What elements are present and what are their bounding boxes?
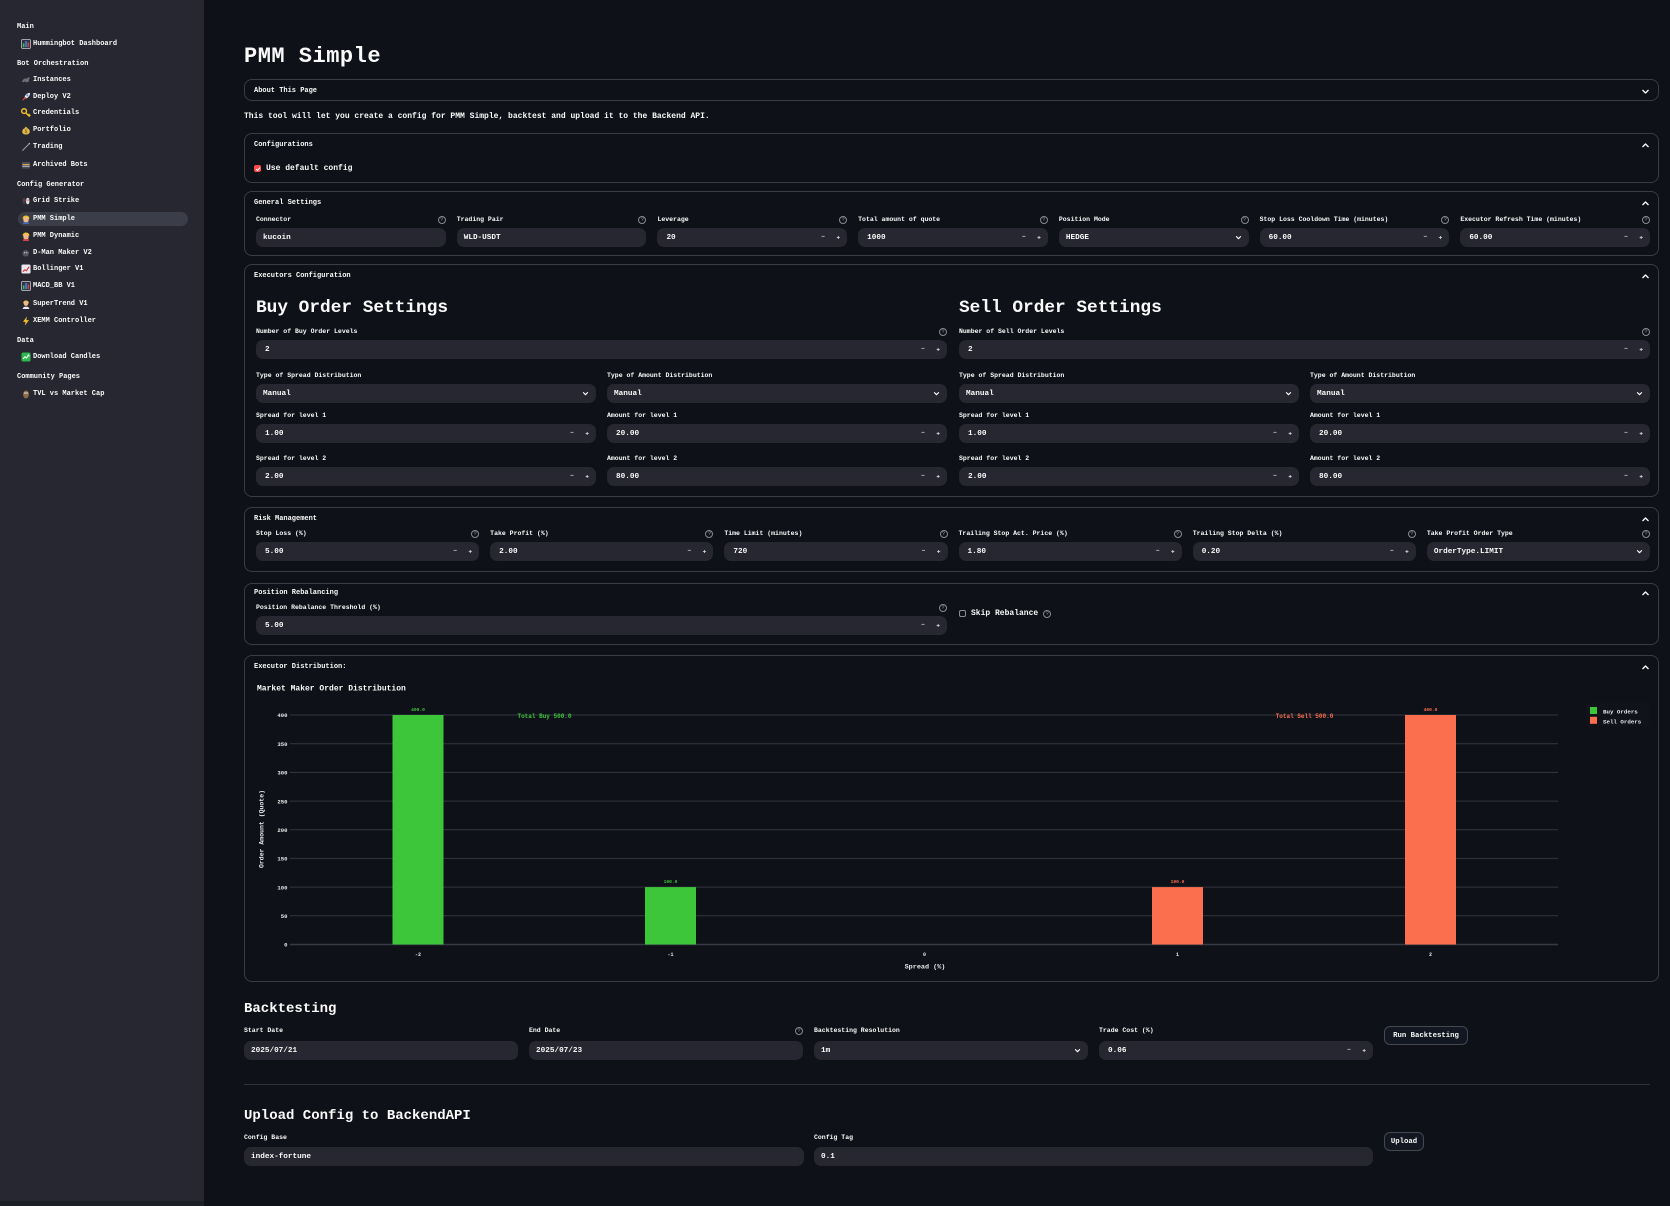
svg-text:-1: -1 [667, 952, 673, 958]
svg-text:400: 400 [277, 712, 288, 719]
svg-text:100: 100 [277, 884, 288, 891]
svg-text:-2: -2 [415, 952, 421, 958]
svg-text:250: 250 [277, 798, 288, 805]
svg-text:0: 0 [923, 952, 926, 958]
svg-text:150: 150 [277, 856, 288, 863]
svg-text:Spread (%): Spread (%) [905, 964, 946, 972]
svg-text:1: 1 [1176, 952, 1179, 958]
svg-text:$: $ [24, 129, 27, 135]
svg-text:Total Buy 500.0: Total Buy 500.0 [517, 713, 571, 720]
svg-text:300: 300 [277, 770, 288, 777]
svg-text:200: 200 [277, 827, 288, 834]
svg-text:400.0: 400.0 [1424, 707, 1438, 713]
svg-text:0: 0 [284, 942, 288, 949]
svg-text:Order Amount (Quote): Order Amount (Quote) [259, 790, 266, 868]
svg-text:100.0: 100.0 [1171, 879, 1185, 885]
svg-text:50: 50 [281, 913, 288, 920]
svg-text:100.0: 100.0 [664, 879, 678, 885]
svg-text:350: 350 [277, 741, 288, 748]
svg-text:Total Sell 500.0: Total Sell 500.0 [1276, 713, 1334, 720]
svg-text:400.0: 400.0 [411, 707, 425, 713]
svg-text:2: 2 [1429, 952, 1432, 958]
svg-text:Sell Orders: Sell Orders [1603, 718, 1642, 725]
svg-text:Market Maker Order Distributio: Market Maker Order Distribution [257, 685, 406, 694]
svg-text:Buy Orders: Buy Orders [1603, 709, 1638, 716]
